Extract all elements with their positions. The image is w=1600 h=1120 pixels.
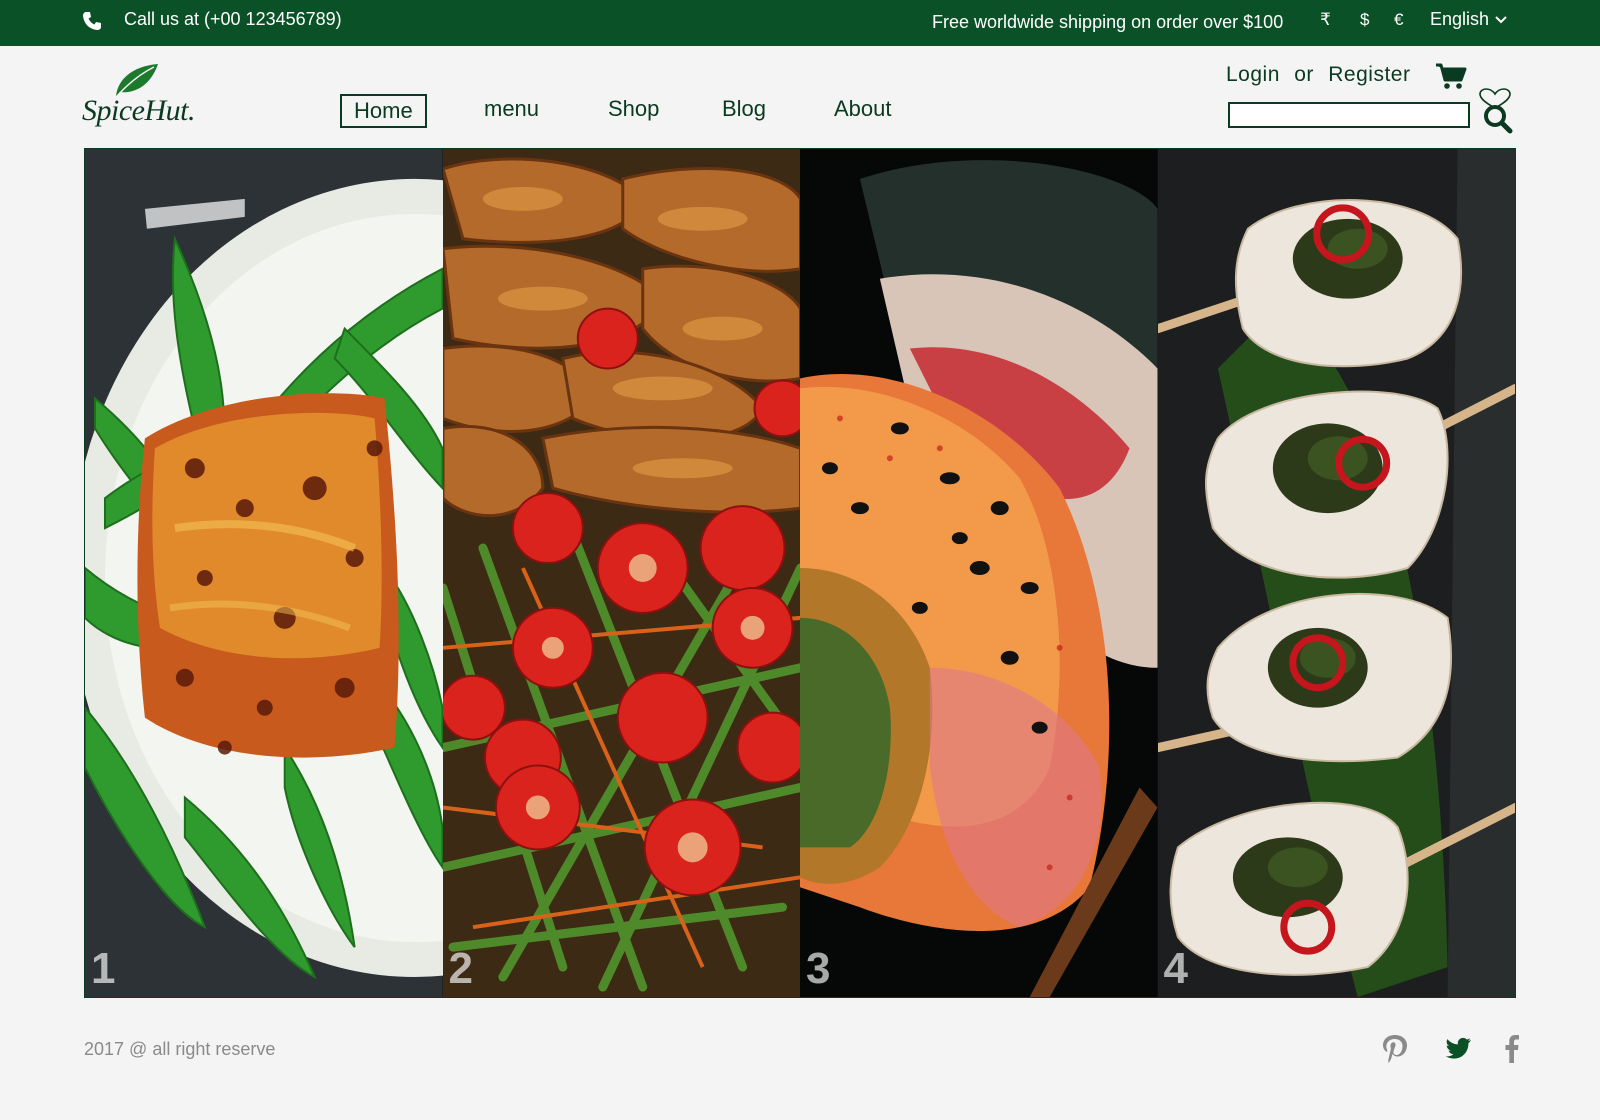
nav-shop[interactable]: Shop [608,94,659,124]
account-links: Login or Register [1226,63,1410,87]
gallery-panel-chicken[interactable]: 2 [442,149,800,997]
panel-number: 4 [1163,944,1188,993]
gallery-panel-sushi[interactable]: 3 [800,149,1158,997]
pinterest-icon[interactable] [1380,1032,1410,1064]
search-icon[interactable] [1483,104,1513,134]
currency-euro[interactable]: € [1394,10,1403,30]
logo-text: SpiceHut. [82,94,195,127]
cart-icon[interactable] [1435,62,1467,90]
nav-blog[interactable]: Blog [722,94,766,124]
search-input[interactable] [1228,102,1470,128]
nav-about[interactable]: About [834,94,892,124]
login-link[interactable]: Login [1226,63,1280,86]
free-shipping-text: Free worldwide shipping on order over $1… [932,12,1284,32]
facebook-icon[interactable] [1497,1032,1527,1064]
fish-dish-image [85,149,443,997]
currency-rupee[interactable]: ₹ [1320,10,1331,30]
panel-number: 3 [806,944,831,993]
chevron-down-icon[interactable] [1495,15,1507,25]
nav-menu[interactable]: menu [484,94,539,124]
top-bar: Call us at (+00 123456789) Free worldwid… [0,0,1600,46]
skewers-dish-image [1157,149,1515,997]
call-us-text: Call us at (+00 123456789) [124,9,342,29]
panel-number: 1 [91,944,116,993]
panel-number: 2 [448,944,473,993]
chicken-dish-image [442,149,800,997]
nav-home[interactable]: Home [340,94,427,128]
sushi-dish-image [800,149,1158,997]
twitter-icon[interactable] [1443,1032,1473,1064]
currency-dollar[interactable]: $ [1360,10,1369,30]
phone-icon [83,12,101,30]
food-gallery: 1 2 3 4 [84,148,1516,998]
or-text: or [1294,63,1314,86]
gallery-panel-skewers[interactable]: 4 [1157,149,1515,997]
copyright-text: 2017 @ all right reserve [84,1039,276,1059]
leaf-icon [116,64,158,96]
gallery-panel-fish[interactable]: 1 [85,149,443,997]
register-link[interactable]: Register [1328,63,1410,86]
language-select[interactable]: English [1430,9,1489,30]
spicehut-logo[interactable]: SpiceHut. [82,60,195,132]
